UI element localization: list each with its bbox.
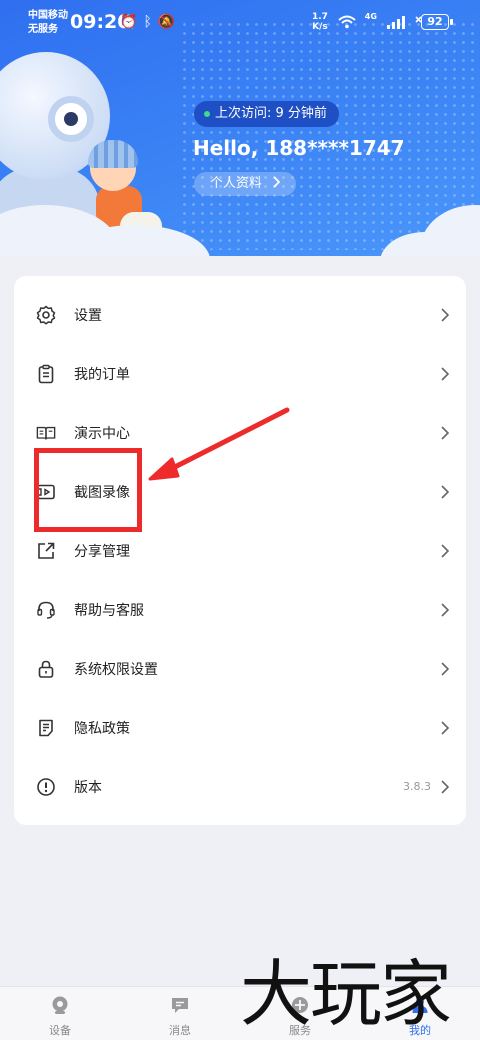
last-visit-text: 上次访问: 9 分钟前 [215,106,327,121]
carrier-name: 中国移动 [28,10,68,21]
chevron-right-icon [441,484,450,499]
chevron-right-icon [441,543,450,558]
chevron-right-icon [441,307,450,322]
greeting: Hello, 188****1747 [193,136,405,160]
status-bar: 中国移动 无服务 09:20 ⏰ᛒ🔕 1.7 K/s 4G 92 [0,0,480,44]
chevron-right-icon [441,779,450,794]
book-icon [36,423,56,443]
chevron-right-icon [273,176,281,188]
menu-item-label: 隐私政策 [74,720,130,737]
watermark-text: 大玩家 [240,952,452,1036]
network-type: 4G [364,12,377,21]
menu-item-label: 设置 [74,307,102,324]
net-speed-unit: K/s [312,22,328,32]
menu-item-label: 版本 [74,779,102,796]
signal-icons: 4G [338,12,428,30]
clipboard-icon [36,364,56,384]
chevron-right-icon [441,425,450,440]
menu-card: 设置 我的订单 演示中心 截图录像 分享管理 帮助与客服 系统权限设置 隐私政策… [14,276,466,825]
document-icon [36,718,56,738]
tab-label: 消息 [169,1024,191,1037]
cell-signal-icon [386,15,405,29]
message-icon [172,998,188,1013]
tab-devices[interactable]: 设备 [12,987,108,1040]
carrier-service: 无服务 [28,24,58,35]
menu-item-label: 系统权限设置 [74,661,158,678]
tab-messages[interactable]: 消息 [132,987,228,1040]
info-icon [36,777,56,797]
mascot-baby-hat [88,140,138,168]
world-map-dots [180,20,480,250]
battery-indicator: 92 [421,14,453,30]
menu-item-label: 分享管理 [74,543,130,560]
mascot-camera-lens [48,96,94,142]
menu-item-privacy-policy[interactable]: 隐私政策 [14,698,466,757]
bluetooth-icon: ᛒ [143,14,158,30]
net-speed-value: 1.7 [312,12,328,22]
headset-icon [36,600,56,620]
mute-icon: 🔕 [157,14,182,30]
net-speed: 1.7 K/s [312,12,328,32]
share-icon [36,541,56,561]
profile-button[interactable]: 个人资料 [194,172,296,196]
menu-item-label: 帮助与客服 [74,602,144,619]
menu-item-system-permissions[interactable]: 系统权限设置 [14,639,466,698]
menu-item-settings[interactable]: 设置 [14,285,466,344]
chevron-right-icon [441,661,450,676]
gear-icon [36,305,56,325]
annotation-highlight-box [34,448,142,532]
chevron-right-icon [441,602,450,617]
menu-item-help-support[interactable]: 帮助与客服 [14,580,466,639]
menu-item-label: 演示中心 [74,425,130,442]
version-number: 3.8.3 [403,780,431,793]
menu-item-orders[interactable]: 我的订单 [14,344,466,403]
status-icons: ⏰ᛒ🔕 [120,14,181,30]
chevron-right-icon [441,366,450,381]
tab-label: 设备 [49,1024,71,1037]
last-visit-badge: 上次访问: 9 分钟前 [194,101,339,127]
alarm-icon: ⏰ [120,14,144,30]
profile-button-label: 个人资料 [209,176,262,191]
online-dot-icon [204,111,210,117]
lock-icon [36,659,56,679]
menu-item-version[interactable]: 版本 3.8.3 [14,757,466,816]
wifi-icon [338,15,356,28]
camera-icon [52,996,68,1014]
menu-item-label: 我的订单 [74,366,130,383]
carrier-info: 中国移动 无服务 [28,9,68,37]
chevron-right-icon [441,720,450,735]
